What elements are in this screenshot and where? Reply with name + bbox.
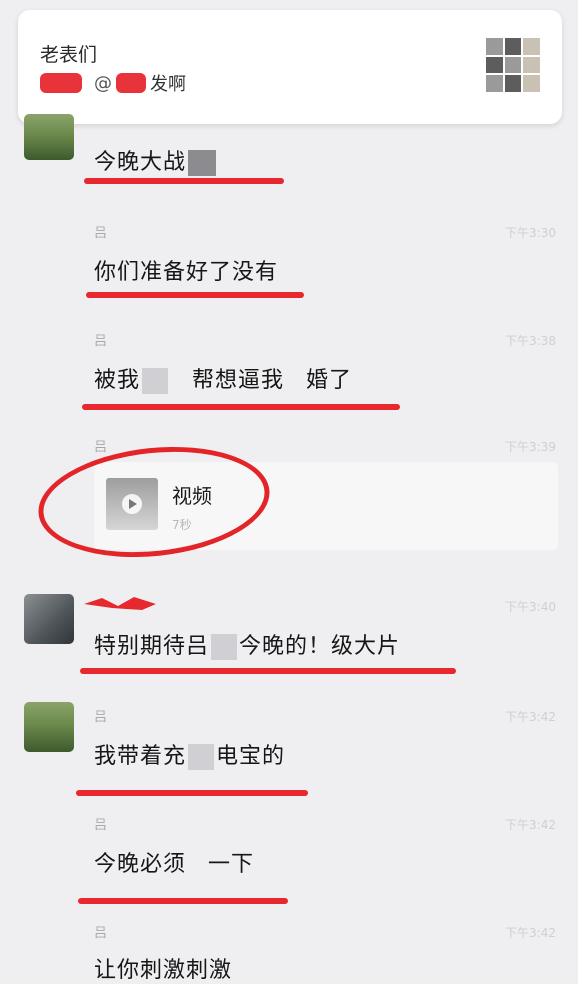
message-time: 下午3:38	[505, 334, 556, 348]
blurred-text	[211, 634, 238, 660]
sender-name: 吕	[94, 334, 108, 349]
red-underline-annotation	[78, 898, 288, 904]
group-name: 老表们	[40, 44, 98, 66]
sender-name: 吕	[94, 226, 108, 241]
message-text[interactable]: 你们准备好了没有	[94, 254, 278, 286]
redacted-mention-name	[116, 73, 146, 93]
sender-name: 吕	[94, 818, 108, 833]
message-time: 下午3:30	[505, 226, 556, 240]
avatar[interactable]	[24, 702, 74, 752]
chat-screen: 老表们 @ 发啊 今晚大战 吕 下午3:30 你们准备好了没有 吕 下午3:38	[0, 0, 578, 983]
message-time: 下午3:40	[505, 600, 556, 614]
red-underline-annotation	[86, 292, 304, 298]
sender-name: 吕	[94, 926, 108, 941]
red-underline-annotation	[84, 178, 284, 184]
message-time: 下午3:42	[505, 710, 556, 724]
message-time: 下午3:42	[505, 926, 556, 940]
sender-name: 吕	[94, 710, 108, 725]
message-text[interactable]: 特别期待吕 今晚的！级大片	[94, 628, 400, 660]
red-underline-annotation	[80, 668, 456, 674]
notification-message-text: 发啊	[150, 74, 186, 95]
group-notification-banner[interactable]: 老表们 @ 发啊	[18, 10, 562, 124]
message-text[interactable]: 让你刺激刺激	[94, 952, 232, 984]
sender-name: 吕	[94, 440, 108, 455]
group-avatar	[486, 38, 540, 92]
red-underline-annotation	[82, 404, 400, 410]
message-text[interactable]: 我带着充 电宝的	[94, 738, 285, 770]
message-text[interactable]: 被我 帮想逼我 婚了	[94, 362, 352, 394]
redacted-sender-name	[40, 73, 82, 93]
message-time: 下午3:42	[505, 818, 556, 832]
red-underline-annotation	[76, 790, 308, 796]
notification-preview: @ 发啊	[40, 70, 186, 96]
blurred-text	[142, 368, 169, 394]
blurred-text	[188, 150, 217, 176]
avatar[interactable]	[24, 114, 74, 160]
avatar[interactable]	[24, 594, 74, 644]
blurred-text	[188, 744, 215, 770]
mention-symbol: @	[94, 72, 112, 94]
redacted-sender-name	[84, 597, 156, 610]
message-text[interactable]: 今晚大战	[94, 144, 218, 176]
message-time: 下午3:39	[505, 440, 556, 454]
message-text[interactable]: 今晚必须 一下	[94, 846, 254, 878]
